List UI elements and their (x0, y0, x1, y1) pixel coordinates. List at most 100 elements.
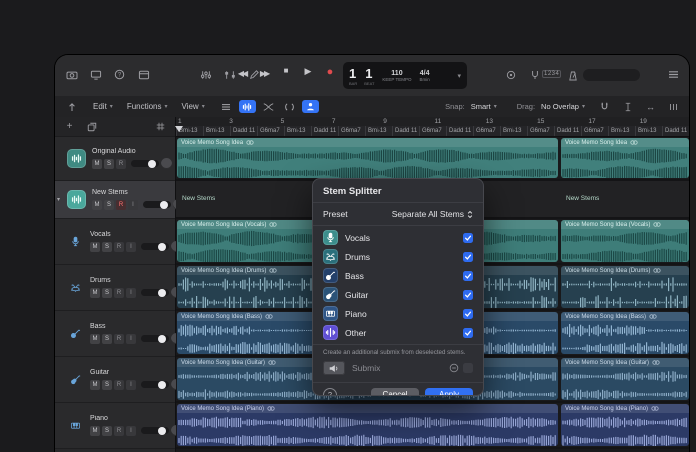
r-button[interactable]: R (116, 158, 126, 169)
audio-region-bass[interactable]: Voice Memo Song Idea (Bass) (561, 312, 689, 354)
list-icon[interactable] (666, 67, 681, 82)
volume-slider[interactable] (141, 288, 169, 297)
display-icon[interactable] (88, 67, 103, 82)
m-button[interactable]: M (90, 425, 100, 436)
help-button[interactable]: ? (323, 388, 337, 395)
drag-select[interactable]: No Overlap ▾ (541, 102, 585, 111)
audio-region-original-audio[interactable]: Voice Memo Song Idea (561, 138, 689, 178)
stem-row-other[interactable]: Other (323, 323, 473, 342)
stem-checkbox[interactable] (463, 270, 473, 281)
track-header-piano[interactable]: Piano M S R I (55, 403, 182, 449)
rewind-icon[interactable]: ◀◀ (235, 66, 249, 81)
r-button[interactable]: R (116, 199, 126, 210)
s-button[interactable]: S (102, 241, 112, 252)
add-track-icon[interactable]: + (62, 119, 77, 134)
bars-icon[interactable] (666, 99, 681, 114)
audio-region-drums[interactable]: Voice Memo Song Idea (Drums) (561, 266, 689, 308)
i-button[interactable]: I (126, 379, 136, 390)
media-browser-icon[interactable] (64, 67, 79, 82)
lcd-display[interactable]: 11 BAR BEAT 110 KEEP TEMPO 4/4 Bmin ▾ (343, 62, 467, 89)
minus-circle-icon[interactable] (449, 359, 459, 377)
volume-slider[interactable] (141, 380, 169, 389)
tuner-icon[interactable] (527, 67, 542, 82)
cancel-button[interactable]: Cancel (371, 388, 419, 395)
replace-icon[interactable] (503, 67, 518, 82)
apply-button[interactable]: Apply (425, 388, 473, 395)
stem-row-drums[interactable]: Drums (323, 247, 473, 266)
r-button[interactable]: R (114, 425, 124, 436)
stem-row-guitar[interactable]: Guitar (323, 285, 473, 304)
play-icon[interactable]: ▶ (301, 66, 315, 81)
harrows-icon[interactable]: ↔ (643, 99, 658, 114)
i-button[interactable]: I (128, 199, 138, 210)
s-button[interactable]: S (102, 287, 112, 298)
stem-checkbox[interactable] (463, 251, 473, 262)
stem-checkbox[interactable] (463, 289, 473, 300)
master-volume-slider[interactable] (583, 69, 640, 81)
s-button[interactable]: S (102, 379, 112, 390)
stem-checkbox[interactable] (463, 232, 473, 243)
i-button[interactable]: I (126, 333, 136, 344)
r-button[interactable]: R (114, 379, 124, 390)
m-button[interactable]: M (92, 199, 102, 210)
volume-slider[interactable] (143, 200, 171, 209)
s-button[interactable]: S (102, 425, 112, 436)
m-button[interactable]: M (90, 333, 100, 344)
stem-row-piano[interactable]: Piano (323, 304, 473, 323)
stop-icon[interactable]: ■ (279, 66, 293, 81)
rows-icon[interactable] (218, 100, 235, 113)
lcd-chevron-icon[interactable]: ▾ (457, 72, 461, 80)
stem-checkbox[interactable] (463, 308, 473, 319)
disclosure-icon[interactable]: ▾ (57, 196, 60, 203)
bar-ruler[interactable]: 13579111315171921 (176, 117, 689, 126)
menu-functions[interactable]: Functions ▾ (127, 102, 168, 111)
i-button[interactable]: I (126, 425, 136, 436)
m-button[interactable]: M (90, 241, 100, 252)
track-header-guitar[interactable]: Guitar M S R I (55, 357, 182, 403)
r-button[interactable]: R (114, 287, 124, 298)
m-button[interactable]: M (92, 158, 102, 169)
fast-forward-icon[interactable]: ▶▶ (257, 66, 271, 81)
track-header-new-stems[interactable]: ▾ New Stems M S R I (55, 181, 184, 219)
stem-row-vocals[interactable]: Vocals (323, 228, 473, 247)
i-button[interactable]: I (126, 241, 136, 252)
r-button[interactable]: R (114, 241, 124, 252)
track-header-bass[interactable]: Bass M S R I (55, 311, 182, 357)
s-button[interactable]: S (102, 333, 112, 344)
track-header-vocals[interactable]: Vocals M S R I (55, 219, 182, 265)
person-icon[interactable] (301, 100, 319, 113)
crossfade-icon[interactable] (260, 100, 277, 113)
r-button[interactable]: R (114, 333, 124, 344)
s-button[interactable]: S (104, 158, 114, 169)
smart-controls-icon[interactable] (198, 67, 213, 82)
record-icon[interactable]: ● (323, 66, 337, 81)
volume-slider[interactable] (141, 334, 169, 343)
stem-row-bass[interactable]: Bass (323, 266, 473, 285)
volume-slider[interactable] (141, 242, 169, 251)
count-in-icon[interactable]: 1234 (542, 70, 562, 78)
wave-icon[interactable] (238, 100, 256, 113)
pan-knob[interactable] (161, 158, 172, 169)
m-button[interactable]: M (90, 379, 100, 390)
menu-view[interactable]: View ▾ (182, 102, 205, 111)
preset-select[interactable]: Separate All Stems (392, 209, 473, 219)
audio-region-piano[interactable]: Voice Memo Song Idea (Piano) (177, 404, 558, 446)
stem-checkbox[interactable] (463, 327, 473, 338)
quick-help-icon[interactable]: ? (112, 67, 127, 82)
track-header-drums[interactable]: Drums M S R I (55, 265, 182, 311)
metronome-icon[interactable] (565, 68, 580, 83)
grid-icon[interactable] (153, 119, 168, 134)
audio-region-vocals[interactable]: Voice Memo Song Idea (Vocals) (561, 220, 689, 262)
playhead-marker[interactable] (175, 126, 183, 132)
duplicate-track-icon[interactable] (84, 119, 99, 134)
menu-edit[interactable]: Edit ▾ (93, 102, 113, 111)
s-button[interactable]: S (104, 199, 114, 210)
magnet-icon[interactable] (597, 99, 612, 114)
submix-checkbox[interactable] (463, 363, 473, 373)
audio-region-piano[interactable]: Voice Memo Song Idea (Piano) (561, 404, 689, 446)
catch-playhead-icon[interactable] (64, 99, 79, 114)
i-button[interactable]: I (126, 287, 136, 298)
track-header-original-audio[interactable]: Original Audio M S R (55, 137, 175, 181)
audio-region-guitar[interactable]: Voice Memo Song Idea (Guitar) (561, 358, 689, 400)
ibeam-icon[interactable] (620, 99, 635, 114)
